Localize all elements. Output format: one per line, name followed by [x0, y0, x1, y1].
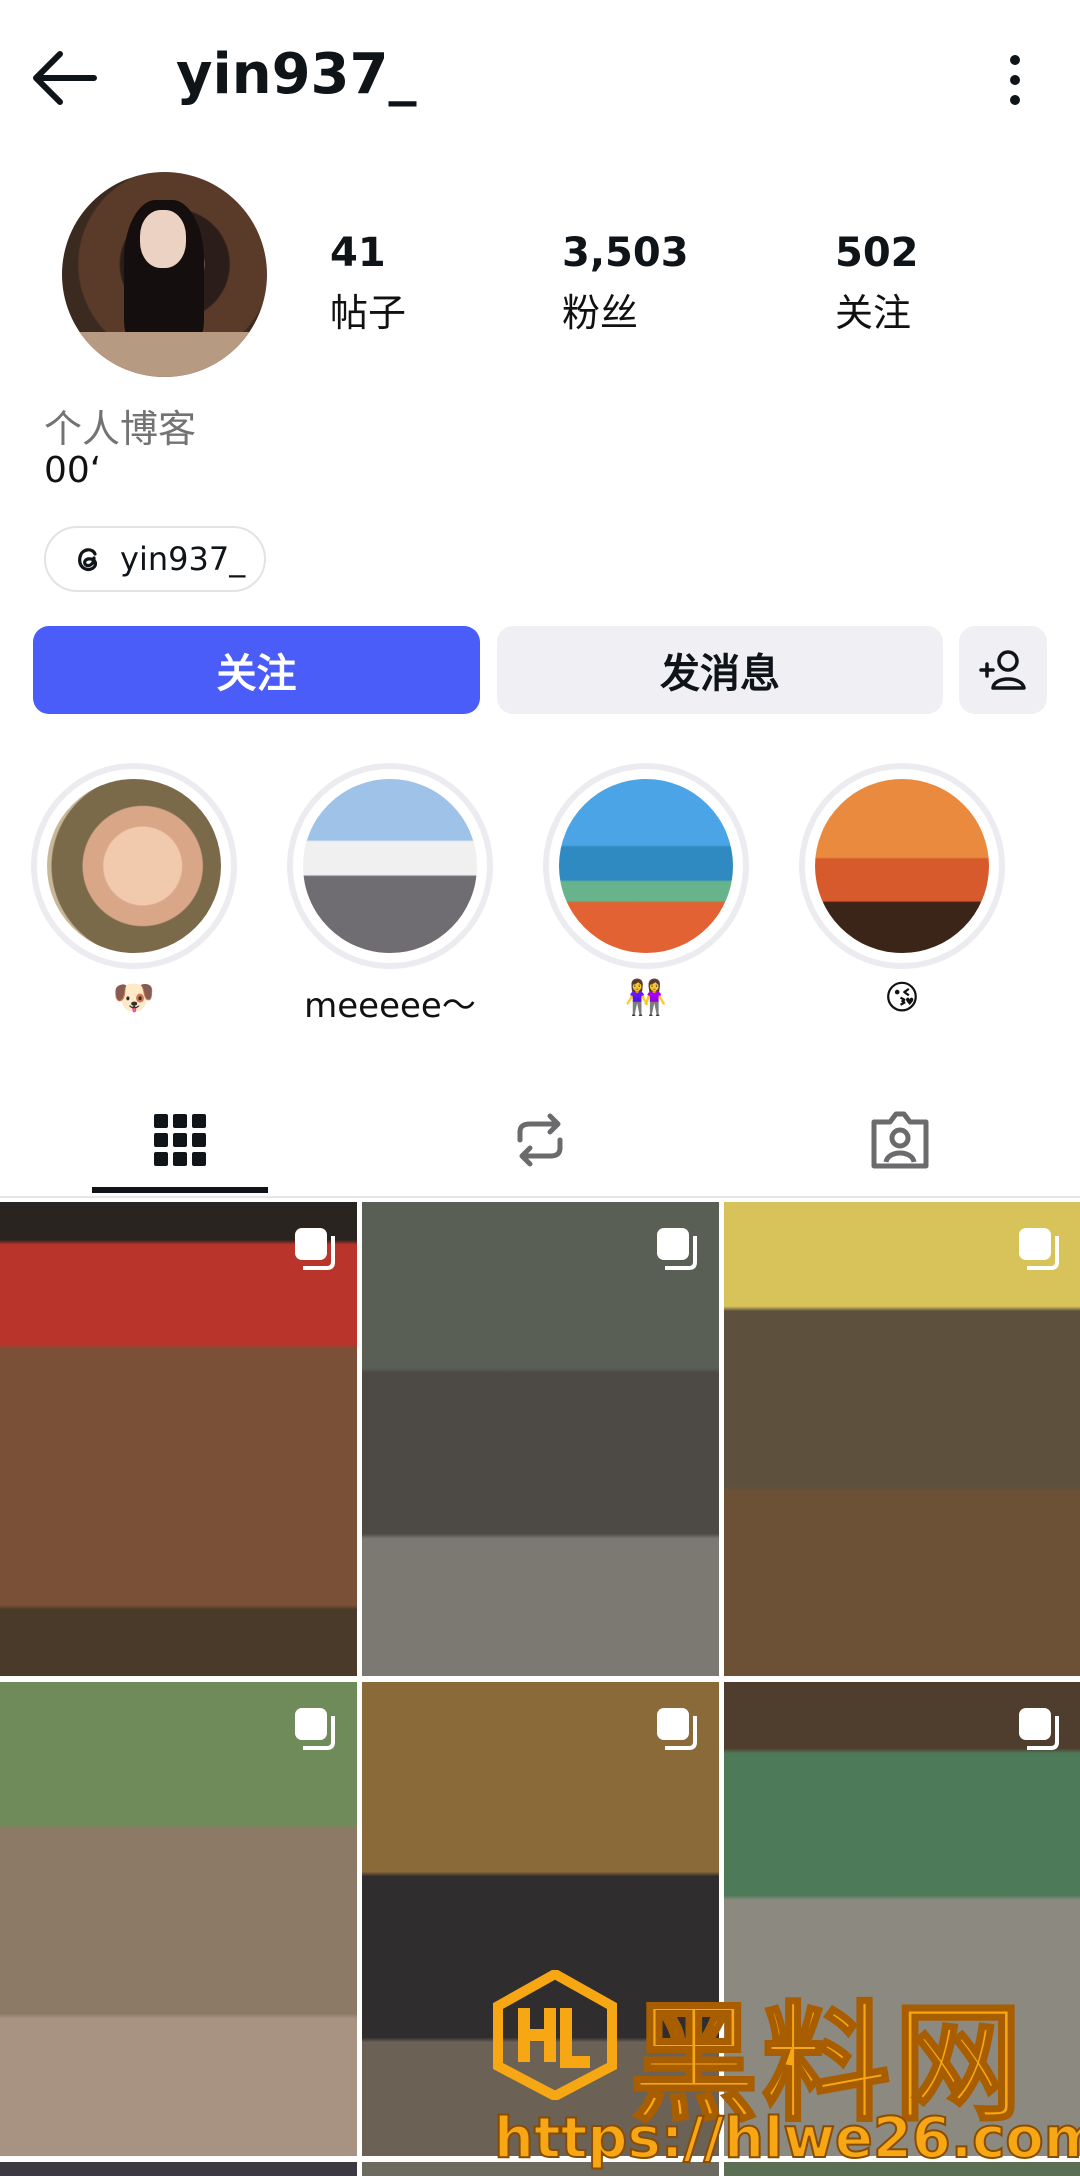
- highlight-3[interactable]: [543, 763, 749, 969]
- suggest-user-button[interactable]: [959, 626, 1047, 714]
- bio-category: 个人博客: [44, 407, 197, 451]
- add-person-icon: [979, 650, 1026, 690]
- stat-posts-value: 41: [330, 230, 386, 276]
- multi-photo-icon: [1019, 1228, 1059, 1270]
- highlight-3-label: 👭: [624, 978, 668, 1018]
- stat-posts[interactable]: 41 帖子: [330, 230, 406, 337]
- watermark-logo-icon: [493, 1970, 617, 2100]
- message-button[interactable]: 发消息: [497, 626, 943, 714]
- stat-following-label: 关注: [835, 291, 912, 335]
- stat-following-value: 502: [835, 230, 919, 276]
- bio-text: 00ʻ: [44, 450, 102, 491]
- threads-icon: [78, 548, 98, 572]
- post-thumbnail[interactable]: [362, 1202, 719, 1676]
- highlight-1-image: [47, 779, 221, 953]
- highlight-3-image: [559, 779, 733, 953]
- multi-photo-icon: [1019, 1708, 1059, 1750]
- back-arrow-icon[interactable]: [30, 48, 100, 108]
- stat-followers[interactable]: 3,503 粉丝: [562, 230, 689, 337]
- post-thumbnail[interactable]: [724, 1202, 1080, 1676]
- more-options-icon[interactable]: [1000, 50, 1030, 110]
- site-watermark: 黑料网 https://hlwe26.com: [470, 1960, 1080, 2172]
- stat-following[interactable]: 502 关注: [835, 230, 919, 337]
- highlight-1-label: 🐶: [112, 978, 156, 1018]
- follow-button[interactable]: 关注: [33, 626, 480, 714]
- stat-followers-label: 粉丝: [562, 291, 639, 335]
- active-tab-indicator: [92, 1187, 268, 1193]
- multi-photo-icon: [295, 1708, 335, 1750]
- highlight-4[interactable]: [799, 763, 1005, 969]
- multi-photo-icon: [295, 1228, 335, 1270]
- profile-avatar[interactable]: [62, 172, 267, 377]
- top-bar: yin937_: [0, 0, 1080, 160]
- stat-followers-value: 3,503: [562, 230, 689, 276]
- watermark-url: https://hlwe26.com: [493, 2105, 1080, 2172]
- highlight-2[interactable]: [287, 763, 493, 969]
- highlight-4-label: 😘: [884, 978, 920, 1018]
- post-thumbnail[interactable]: [0, 2162, 357, 2176]
- profile-username-title: yin937_: [176, 42, 417, 107]
- reels-repost-icon[interactable]: [500, 1100, 580, 1180]
- highlight-4-image: [815, 779, 989, 953]
- tagged-icon[interactable]: [860, 1100, 940, 1180]
- threads-handle: yin937_: [120, 540, 246, 578]
- highlight-1[interactable]: [31, 763, 237, 969]
- grid-icon[interactable]: [140, 1100, 220, 1180]
- multi-photo-icon: [657, 1708, 697, 1750]
- avatar-face: [140, 210, 186, 268]
- highlight-2-image: [303, 779, 477, 953]
- highlight-2-label: meeeee～: [304, 986, 476, 1026]
- profile-tabs: [0, 1070, 1080, 1198]
- post-thumbnail[interactable]: [0, 1682, 357, 2156]
- threads-link[interactable]: yin937_: [44, 526, 266, 592]
- multi-photo-icon: [657, 1228, 697, 1270]
- stat-posts-label: 帖子: [330, 291, 407, 335]
- avatar-table: [62, 332, 267, 377]
- post-thumbnail[interactable]: [0, 1202, 357, 1676]
